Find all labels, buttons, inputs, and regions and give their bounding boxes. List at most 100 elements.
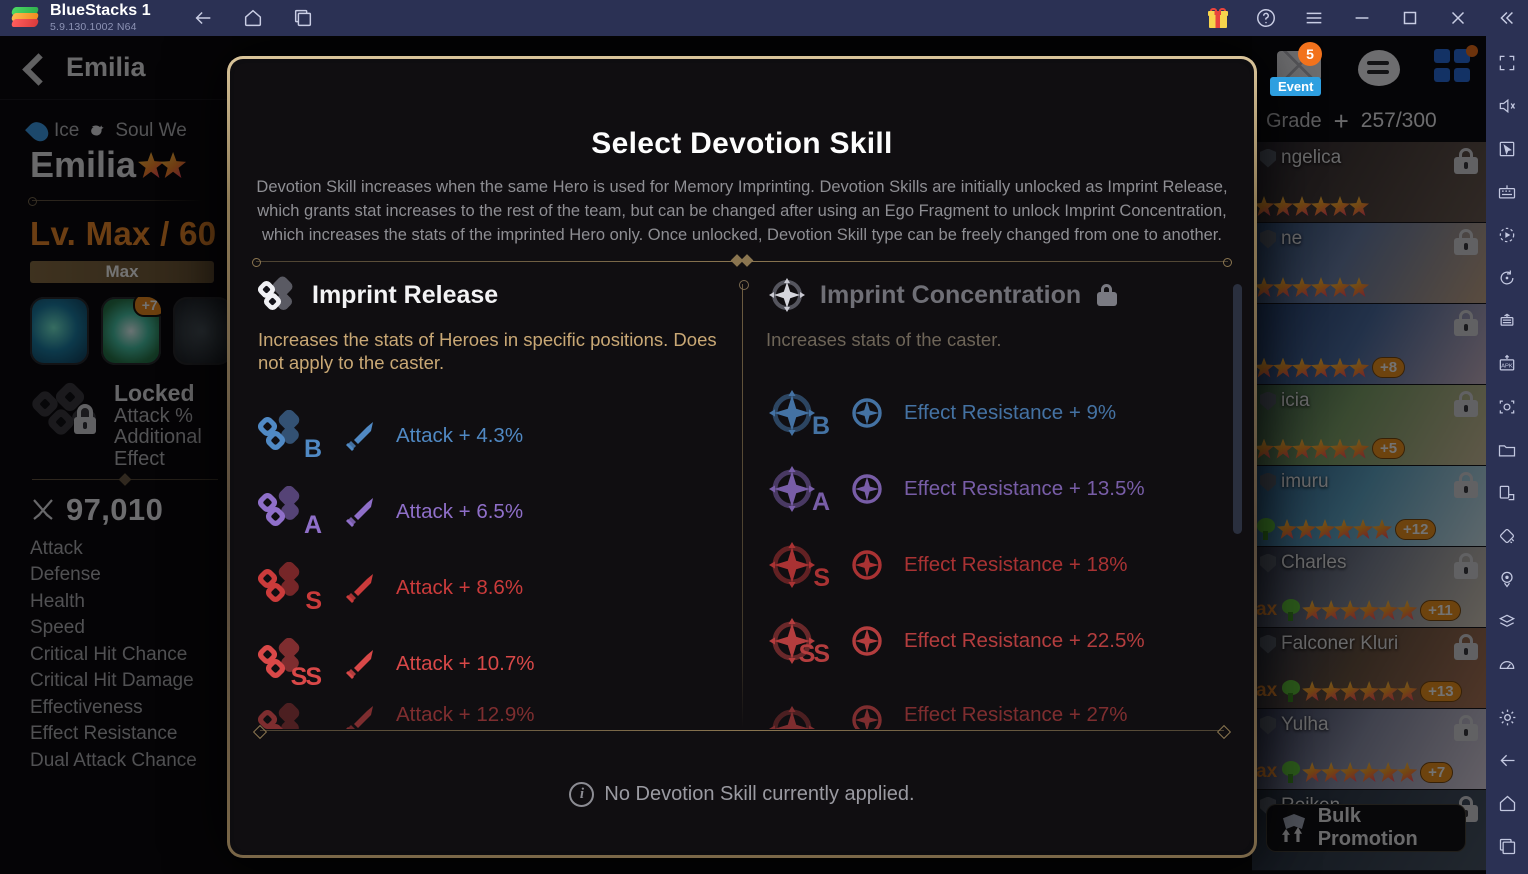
devotion-skill-effect: Effect Resistance + 13.5% <box>904 477 1145 500</box>
rotate-icon[interactable] <box>1492 478 1522 508</box>
peek-row-right: Effect Resistance + 27% <box>742 703 1250 729</box>
dialog-description: Devotion Skill increases when the same H… <box>256 178 1228 244</box>
scrollbar-thumb[interactable] <box>1233 284 1242 534</box>
imprint-concentration-title: Imprint Concentration <box>820 280 1082 309</box>
devotion-skill-effect: Attack + 10.7% <box>396 652 535 675</box>
devotion-skill-effect: Attack + 6.5% <box>396 500 524 523</box>
devotion-skill-row[interactable]: S Attack + 8.6% <box>257 550 722 626</box>
imprint-concentration-header: Imprint Concentration <box>766 276 1230 314</box>
imprint-release-rows: B Attack + 4.3% A Attack + 6.5% S Attack + 8.… <box>257 398 722 702</box>
imprint-concentration-subtitle: Increases stats of the caster. <box>766 329 1002 350</box>
grade-sss-icon <box>766 703 830 729</box>
menu-icon[interactable] <box>1302 6 1326 30</box>
close-icon[interactable] <box>1446 6 1470 30</box>
event-label: Event <box>1270 77 1322 96</box>
lock-icon <box>1097 284 1118 306</box>
imprint-concentration-rows: B Effect Resistance + 9% A Effect Resistanc… <box>766 375 1230 679</box>
stat-icon <box>340 703 378 729</box>
devotion-skill-effect: Effect Resistance + 27% <box>904 703 1128 726</box>
devotion-skill-effect: Attack + 4.3% <box>396 424 524 447</box>
fullscreen-icon[interactable] <box>1492 48 1522 78</box>
devotion-skill-row[interactable]: SS Effect Resistance + 22.5% <box>766 603 1230 679</box>
install-apk-icon[interactable]: APK <box>1492 349 1522 379</box>
multi-instance-sync-icon[interactable] <box>1492 306 1522 336</box>
grade-s-icon: S <box>766 539 830 592</box>
attack-stat-icon <box>340 571 378 605</box>
recents-icon[interactable] <box>1492 831 1522 861</box>
app-title: BlueStacks 1 <box>50 2 151 20</box>
mute-icon[interactable] <box>1492 91 1522 121</box>
grade-ss-icon: SS <box>766 615 830 668</box>
devotion-skill-row[interactable]: A Effect Resistance + 13.5% <box>766 451 1230 527</box>
help-icon[interactable] <box>1254 6 1278 30</box>
rows-scrollbar[interactable] <box>1233 284 1242 564</box>
svg-text:APK: APK <box>1501 363 1513 369</box>
select-devotion-skill-dialog: Select Devotion Skill Devotion Skill inc… <box>227 56 1257 858</box>
minimize-icon[interactable] <box>1350 6 1374 30</box>
attack-stat-icon <box>340 647 378 681</box>
grade-a-icon: A <box>766 463 830 516</box>
home-icon[interactable] <box>1492 788 1522 818</box>
location-icon[interactable] <box>1492 564 1522 594</box>
grade-letter: A <box>811 488 830 516</box>
dialog-title: Select Devotion Skill <box>591 127 893 160</box>
keyboard-controls-icon[interactable] <box>1492 177 1522 207</box>
grade-letter: SS <box>290 663 322 691</box>
grade-letter: B <box>303 435 322 463</box>
dialog-divider-bottom <box>260 730 1224 731</box>
settings-icon[interactable] <box>1492 702 1522 732</box>
bluestacks-sidebar: APK <box>1486 36 1528 874</box>
back-icon[interactable] <box>191 6 215 30</box>
screenshot-icon[interactable] <box>1492 392 1522 422</box>
sync-icon[interactable] <box>1492 263 1522 293</box>
imprint-release-header: Imprint Release <box>257 276 722 314</box>
imprint-release-icon <box>257 276 300 314</box>
column-imprint-concentration[interactable]: Imprint Concentration Increases stats of… <box>742 276 1250 728</box>
grade-a-icon: A <box>257 485 322 539</box>
info-icon: i <box>569 782 595 807</box>
grade-letter: S <box>813 564 830 592</box>
grade-sss-icon <box>257 703 322 729</box>
home-icon[interactable] <box>241 6 265 30</box>
effect-resistance-stat-icon <box>848 624 886 658</box>
column-imprint-release[interactable]: Imprint Release Increases the stats of H… <box>234 276 742 728</box>
devotion-skill-effect: Attack + 12.9% <box>396 703 535 726</box>
effect-resistance-stat-icon <box>848 472 886 506</box>
effect-resistance-stat-icon <box>848 396 886 430</box>
multi-instance-icon[interactable] <box>291 6 315 30</box>
dialog-footer: i No Devotion Skill currently applied. <box>234 782 1250 807</box>
back-icon[interactable] <box>1492 745 1522 775</box>
collapse-sidebar-icon[interactable] <box>1494 6 1518 30</box>
devotion-skill-row[interactable]: B Attack + 4.3% <box>257 398 722 474</box>
performance-icon[interactable] <box>1492 650 1522 680</box>
peek-row-left: Attack + 12.9% <box>234 703 742 729</box>
rows-overflow-peek: Attack + 12.9% Effect Resistance + 27% <box>234 703 1250 729</box>
devotion-skill-effect: Effect Resistance + 18% <box>904 553 1128 576</box>
maximize-icon[interactable] <box>1398 6 1422 30</box>
devotion-skill-row[interactable]: SS Attack + 10.7% <box>257 626 722 702</box>
devotion-skill-effect: Attack + 8.6% <box>396 576 524 599</box>
shake-icon[interactable] <box>1492 521 1522 551</box>
devotion-columns: Imprint Release Increases the stats of H… <box>234 276 1250 728</box>
mail-badge-count: 5 <box>1298 42 1322 66</box>
grade-letter: S <box>305 587 322 615</box>
grade-letter: B <box>811 412 830 440</box>
layers-icon[interactable] <box>1492 607 1522 637</box>
macro-record-icon[interactable] <box>1492 220 1522 250</box>
grade-letter: A <box>303 511 322 539</box>
imprint-release-title: Imprint Release <box>312 280 499 309</box>
devotion-skill-effect: Effect Resistance + 9% <box>904 401 1117 424</box>
cursor-icon[interactable] <box>1492 134 1522 164</box>
effect-resistance-stat-icon <box>848 548 886 582</box>
app-version: 5.9.130.1002 N64 <box>50 20 137 33</box>
devotion-skill-row[interactable]: B Effect Resistance + 9% <box>766 375 1230 451</box>
attack-stat-icon <box>340 495 378 529</box>
grade-letter: SS <box>798 640 830 668</box>
devotion-skill-effect: Effect Resistance + 22.5% <box>904 629 1145 652</box>
media-folder-icon[interactable] <box>1492 435 1522 465</box>
gift-icon[interactable] <box>1206 6 1230 30</box>
devotion-skill-row[interactable]: A Attack + 6.5% <box>257 474 722 550</box>
bluestacks-titlebar: BlueStacks 1 5.9.130.1002 N64 <box>0 0 1528 36</box>
devotion-skill-row[interactable]: S Effect Resistance + 18% <box>766 527 1230 603</box>
grade-b-icon: B <box>257 409 322 463</box>
